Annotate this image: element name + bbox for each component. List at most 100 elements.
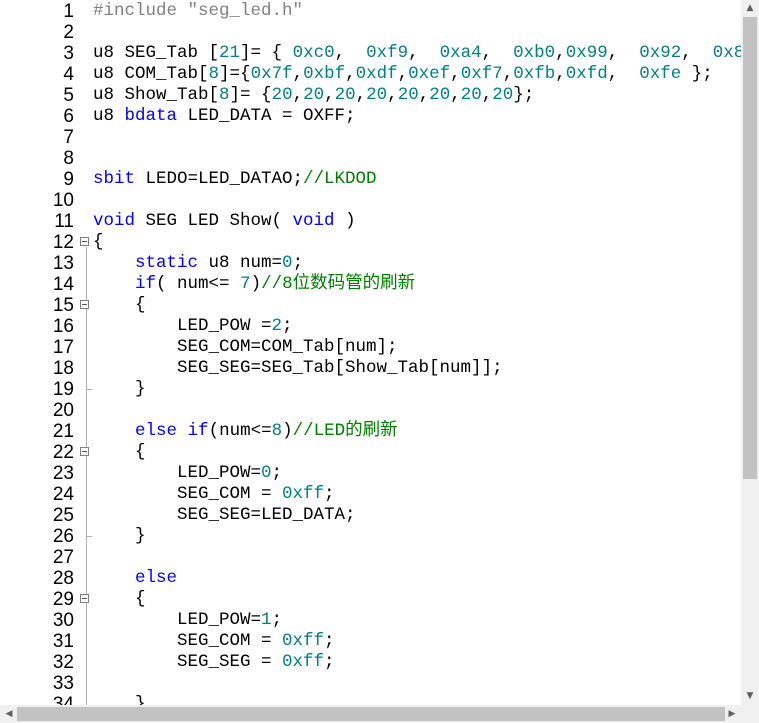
code-line[interactable]: 15 { [0, 295, 741, 316]
code-text[interactable]: else [93, 568, 177, 589]
code-editor[interactable]: 1 #include "seg_led.h" 2 3 u8 SEG_Tab [21]= … [0, 0, 741, 705]
code-text[interactable]: static u8 num=0; [93, 253, 303, 274]
line-number: 28 [52, 568, 74, 589]
line-number: 7 [63, 127, 74, 148]
code-line[interactable]: 12 { [0, 232, 741, 253]
code-text[interactable]: LED_POW =2; [93, 316, 293, 337]
number-token: 0xff [282, 484, 325, 504]
code-text[interactable]: { [93, 232, 104, 253]
line-number: 3 [63, 43, 74, 64]
code-line[interactable]: 4 u8 COM_Tab[8]={0x7f,0xbf,0xdf,0xef,0xf7… [0, 64, 741, 85]
code-line[interactable]: 23 LED_POW=0; [0, 463, 741, 484]
number-token: 20 [492, 85, 514, 105]
code-text[interactable]: u8 COM_Tab[8]={0x7f,0xbf,0xdf,0xef,0xf7,… [93, 64, 713, 85]
code-text[interactable]: SEG_COM = 0xff; [93, 631, 335, 652]
code-line[interactable]: 16 LED_POW =2; [0, 316, 741, 337]
scroll-up-arrow-icon[interactable]: ▲ [741, 0, 759, 17]
line-number: 27 [52, 547, 74, 568]
scroll-left-arrow-icon[interactable]: ◀ [0, 706, 18, 723]
code-token: ]= { [229, 85, 272, 105]
number-token: 1 [261, 610, 272, 630]
fold-collapse-icon[interactable] [80, 447, 89, 456]
code-line[interactable]: 20 [0, 400, 741, 421]
code-line[interactable]: 9 sbit LEDO=LED_DATAO;//LKDOD [0, 169, 741, 190]
number-token: 0xf9 [366, 43, 409, 63]
code-line[interactable]: 26 } [0, 526, 741, 547]
code-line[interactable]: 3 u8 SEG_Tab [21]= { 0xc0, 0xf9, 0xa4, 0x… [0, 43, 741, 64]
line-number: 1 [63, 1, 74, 22]
line-number: 17 [52, 337, 74, 358]
scroll-down-arrow-icon[interactable]: ▼ [741, 688, 759, 705]
code-text[interactable]: if( num<= 7)//8位数码管的刷新 [93, 274, 415, 295]
code-text[interactable]: { [93, 442, 146, 463]
code-line[interactable]: 29 { [0, 589, 741, 610]
code-text[interactable]: SEG_SEG = 0xff; [93, 652, 335, 673]
code-text[interactable]: else if(num<=8)//LED的刷新 [93, 421, 398, 442]
code-text[interactable]: u8 Show_Tab[8]= {20,20,20,20,20,20,20,20… [93, 85, 534, 106]
fold-collapse-icon[interactable] [80, 594, 89, 603]
code-text[interactable]: SEG_SEG=LED_DATA; [93, 505, 356, 526]
line-number: 24 [52, 484, 74, 505]
code-line[interactable]: 30 LED_POW=1; [0, 610, 741, 631]
number-token: 0xa4 [439, 43, 482, 63]
code-line[interactable]: 25 SEG_SEG=LED_DATA; [0, 505, 741, 526]
code-line[interactable]: 17 SEG_COM=COM_Tab[num]; [0, 337, 741, 358]
vertical-scrollbar[interactable]: ▲ ▼ [741, 0, 759, 705]
code-line[interactable]: 13 static u8 num=0; [0, 253, 741, 274]
code-text[interactable]: { [93, 589, 146, 610]
code-text[interactable]: sbit LEDO=LED_DATAO;//LKDOD [93, 169, 377, 190]
fold-collapse-icon[interactable] [80, 237, 89, 246]
code-line[interactable]: 7 [0, 127, 741, 148]
code-token: (num<= [208, 421, 272, 441]
number-token: 0xfb [513, 64, 556, 84]
code-line[interactable]: 33 [0, 673, 741, 694]
line-number: 12 [52, 232, 74, 253]
code-text[interactable]: void SEG LED Show( void ) [93, 211, 356, 232]
code-text[interactable]: #include "seg_led.h" [93, 1, 303, 22]
keyword-token: void [93, 211, 136, 231]
code-line[interactable]: 2 [0, 22, 741, 43]
code-line[interactable]: 21 else if(num<=8)//LED的刷新 [0, 421, 741, 442]
horizontal-scroll-thumb[interactable] [17, 707, 725, 721]
code-line[interactable]: 11 void SEG LED Show( void ) [0, 211, 741, 232]
code-line[interactable]: 5 u8 Show_Tab[8]= {20,20,20,20,20,20,20,2… [0, 85, 741, 106]
code-line[interactable]: 28 else [0, 568, 741, 589]
code-text[interactable]: LED_POW=1; [93, 610, 282, 631]
code-text[interactable]: SEG_COM = 0xff; [93, 484, 335, 505]
code-token: SEG_COM = [93, 631, 283, 651]
vertical-scroll-thumb[interactable] [743, 17, 757, 479]
line-number: 22 [52, 442, 74, 463]
code-line[interactable]: 22 { [0, 442, 741, 463]
code-text[interactable]: u8 SEG_Tab [21]= { 0xc0, 0xf9, 0xa4, 0xb… [93, 43, 741, 64]
code-token: ; [292, 253, 304, 273]
scroll-right-arrow-icon[interactable]: ▶ [723, 706, 741, 723]
code-text[interactable]: SEG_COM=COM_Tab[num]; [93, 337, 398, 358]
code-line[interactable]: 19 } [0, 379, 741, 400]
code-line[interactable]: 32 SEG_SEG = 0xff; [0, 652, 741, 673]
code-text[interactable]: } [93, 694, 146, 705]
code-text[interactable]: } [93, 526, 146, 547]
code-line[interactable]: 34 } [0, 694, 741, 705]
line-number: 30 [52, 610, 74, 631]
scrollbar-corner [741, 705, 759, 723]
horizontal-scrollbar[interactable]: ◀ ▶ [0, 705, 741, 723]
code-text[interactable]: SEG_SEG=SEG_Tab[Show_Tab[num]]; [93, 358, 503, 379]
code-line[interactable]: 10 [0, 190, 741, 211]
code-line[interactable]: 1 #include "seg_led.h" [0, 1, 741, 22]
code-line[interactable]: 24 SEG_COM = 0xff; [0, 484, 741, 505]
number-token: 0xdf [355, 64, 398, 84]
code-text[interactable]: { [93, 295, 146, 316]
code-line[interactable]: 27 [0, 547, 741, 568]
line-number: 31 [52, 631, 74, 652]
code-text[interactable]: u8 bdata LED_DATA = OXFF; [93, 106, 356, 127]
code-line[interactable]: 8 [0, 148, 741, 169]
code-line[interactable]: 18 SEG_SEG=SEG_Tab[Show_Tab[num]]; [0, 358, 741, 379]
code-line[interactable]: 6 u8 bdata LED_DATA = OXFF; [0, 106, 741, 127]
code-text[interactable]: } [93, 379, 146, 400]
code-line[interactable]: 31 SEG_COM = 0xff; [0, 631, 741, 652]
fold-collapse-icon[interactable] [80, 300, 89, 309]
code-text[interactable]: LED_POW=0; [93, 463, 282, 484]
code-line[interactable]: 14 if( num<= 7)//8位数码管的刷新 [0, 274, 741, 295]
code-token: } [93, 379, 146, 399]
number-token: 2 [271, 316, 283, 336]
